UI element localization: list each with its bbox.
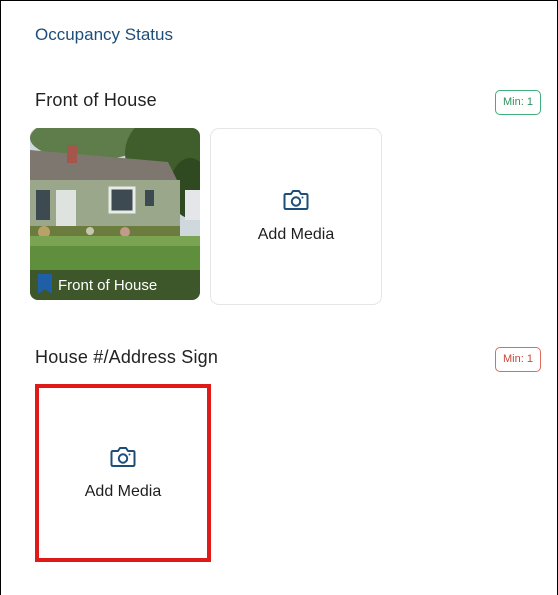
occupancy-status-panel: Occupancy Status Front of House Min: 1 F… <box>0 0 558 595</box>
camera-icon <box>110 446 136 473</box>
add-media-button-front-of-house[interactable]: Add Media <box>210 128 382 305</box>
bookmark-icon <box>37 273 53 295</box>
group-title-address-sign: House #/Address Sign <box>35 347 219 367</box>
min-requirement-badge: Min: 1 <box>495 347 541 372</box>
add-media-button-address-sign[interactable]: Add Media <box>35 384 211 562</box>
photo-thumbnail-front-of-house[interactable]: Front of House <box>30 128 200 300</box>
add-media-label: Add Media <box>257 226 335 243</box>
add-media-label: Add Media <box>84 482 162 500</box>
min-requirement-badge: Min: 1 <box>495 90 541 115</box>
group-title-front-of-house: Front of House <box>35 90 157 110</box>
camera-icon <box>283 189 309 216</box>
photo-caption: Front of House <box>58 277 158 294</box>
section-title: Occupancy Status <box>35 25 173 44</box>
photo-caption-bar: Front of House <box>30 270 200 300</box>
